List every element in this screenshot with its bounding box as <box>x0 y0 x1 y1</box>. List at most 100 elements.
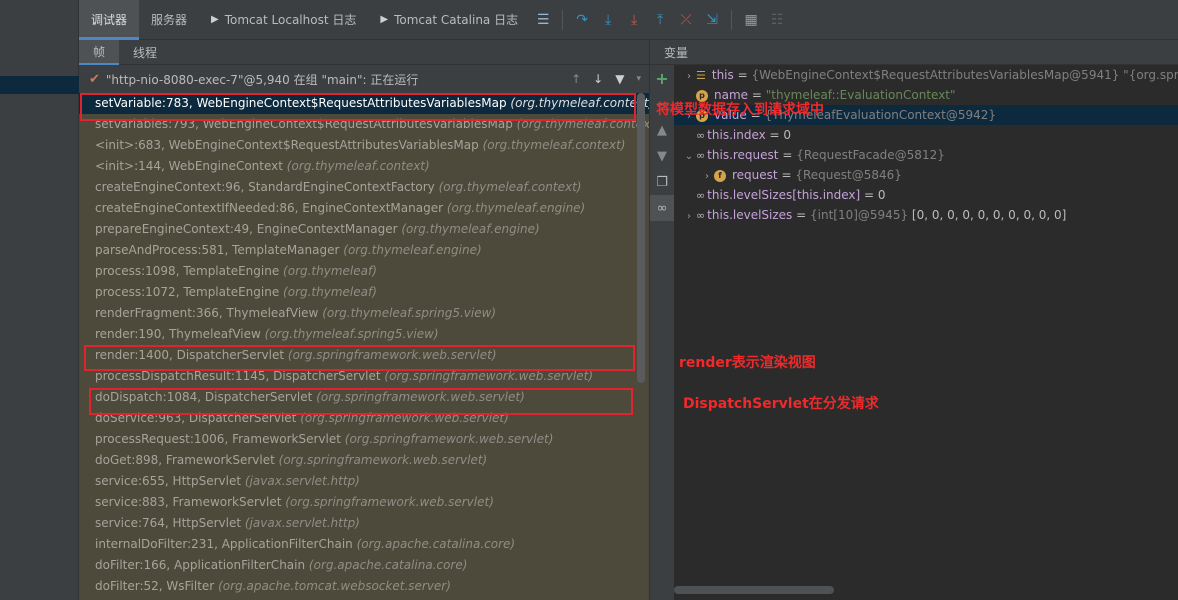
trace-icon[interactable]: ☷ <box>764 0 790 40</box>
step-out-icon[interactable]: ⤒ <box>647 0 673 40</box>
thread-label: "http-nio-8080-exec-7"@5,940 在组 "main": … <box>105 72 419 87</box>
tab-tomcat-localhost-log[interactable]: ▶ Tomcat Localhost 日志 <box>199 0 368 40</box>
frame-package: (org.springframework.web.servlet) <box>278 453 488 467</box>
stack-frame[interactable]: createEngineContext:96, StandardEngineCo… <box>79 177 649 198</box>
step-over-icon[interactable]: ↷ <box>569 0 595 40</box>
frame-method: parseAndProcess:581, TemplateManager <box>95 243 340 257</box>
run-to-cursor-icon[interactable]: ⇲ <box>699 0 725 40</box>
stack-frame[interactable]: processRequest:1006, FrameworkServlet (o… <box>79 429 649 450</box>
chevron-right-icon[interactable]: › <box>682 67 696 85</box>
variable-value: {RequestFacade@5812} <box>796 148 945 162</box>
stack-frame[interactable]: service:883, FrameworkServlet (org.sprin… <box>79 492 649 513</box>
variable-row[interactable]: › ∞ this.levelSizes = {int[10]@5945} [0, 0… <box>674 205 1178 225</box>
tab-debugger[interactable]: 调试器 <box>79 0 140 40</box>
check-icon: ✔ <box>89 71 100 87</box>
stack-frame[interactable]: doGet:898, FrameworkServlet (org.springf… <box>79 450 649 471</box>
variable-row[interactable]: › f request = {Request@5846} <box>674 165 1178 185</box>
variable-value: {WebEngineContext$RequestAttributesVaria… <box>751 68 1178 82</box>
frame-package: (org.thymeleaf.engine) <box>343 243 482 257</box>
stack-frame[interactable]: <init>:683, WebEngineContext$RequestAttr… <box>79 135 649 156</box>
frame-method: process:1072, TemplateEngine <box>95 285 280 299</box>
variables-panel: 变量 + − ▲ ▼ ❐ ∞ › ☰ this = {WebEngineContex… <box>649 40 1178 600</box>
watch-icon: ∞ <box>696 129 705 142</box>
filter-icon[interactable]: ▼ <box>615 72 624 86</box>
highlight-box-setvariable <box>80 93 636 121</box>
left-strip-selection[interactable] <box>0 76 79 94</box>
frame-method: process:1098, TemplateEngine <box>95 264 280 278</box>
frame-method: processDispatchResult:1145, DispatcherSe… <box>95 369 381 383</box>
move-down-icon[interactable]: ▼ <box>650 143 674 169</box>
chevron-down-icon[interactable]: ▾ <box>636 74 641 84</box>
frame-package: (org.thymeleaf.spring5.view) <box>322 306 497 320</box>
frame-method: doGet:898, FrameworkServlet <box>95 453 275 467</box>
frame-package: (javax.servlet.http) <box>244 474 360 488</box>
variable-name: this.request <box>707 148 779 162</box>
frame-method: createEngineContextIfNeeded:86, EngineCo… <box>95 201 444 215</box>
stack-frame[interactable]: service:764, HttpServlet (javax.servlet.… <box>79 513 649 534</box>
tab-threads[interactable]: 线程 <box>119 40 171 65</box>
frame-package: (org.thymeleaf.context) <box>482 138 626 152</box>
stack-frame[interactable]: createEngineContextIfNeeded:86, EngineCo… <box>79 198 649 219</box>
stack-frame[interactable]: prepareEngineContext:49, EngineContextMa… <box>79 219 649 240</box>
force-step-into-icon[interactable]: ⤓ <box>621 0 647 40</box>
move-up-icon[interactable]: ▲ <box>650 117 674 143</box>
variable-name: this.index <box>707 128 766 142</box>
note-dispatch: DispatchServlet在分发请求 <box>683 396 879 412</box>
frame-method: prepareEngineContext:49, EngineContextMa… <box>95 222 398 236</box>
frame-method: doFilter:52, WsFilter <box>95 579 215 593</box>
chevron-right-icon[interactable]: › <box>682 207 696 225</box>
stack-frame[interactable]: internalDoFilter:231, ApplicationFilterC… <box>79 534 649 555</box>
tab-tomcat-catalina-log[interactable]: ▶ Tomcat Catalina 日志 <box>368 0 530 40</box>
thread-selector[interactable]: ✔ "http-nio-8080-exec-7"@5,940 在组 "main"… <box>79 65 649 93</box>
equals-sign: = <box>860 188 878 202</box>
variable-row[interactable]: ∞ this.levelSizes[this.index] = 0 <box>674 185 1178 205</box>
stack-frame[interactable]: service:655, HttpServlet (javax.servlet.… <box>79 471 649 492</box>
drop-frame-icon[interactable]: ⤫ <box>673 0 699 40</box>
stack-frame[interactable]: doFilter:166, ApplicationFilterChain (or… <box>79 555 649 576</box>
variable-row[interactable]: › ☰ this = {WebEngineContext$RequestAttrib… <box>674 65 1178 85</box>
frame-method: service:764, HttpServlet <box>95 516 242 530</box>
tab-frames[interactable]: 帧 <box>79 39 120 65</box>
watches-icon[interactable]: ∞ <box>650 195 674 221</box>
toolbar-divider <box>562 9 564 30</box>
fields-icon: ☰ <box>696 69 706 82</box>
frame-method: service:883, FrameworkServlet <box>95 495 282 509</box>
stack-frame[interactable]: <init>:144, WebEngineContext (org.thymel… <box>79 156 649 177</box>
frame-method: render:190, ThymeleafView <box>95 327 261 341</box>
step-into-icon[interactable]: ⤓ <box>595 0 621 40</box>
variable-row[interactable]: ∞ this.index = 0 <box>674 125 1178 145</box>
frame-package: (org.springframework.web.servlet) <box>344 432 554 446</box>
tab-server[interactable]: 服务器 <box>139 0 199 40</box>
arrow-down-icon[interactable]: ↓ <box>593 72 603 86</box>
arrow-up-icon[interactable]: ↑ <box>571 72 581 86</box>
stack-frame[interactable]: render:190, ThymeleafView (org.thymeleaf… <box>79 324 649 345</box>
watch-icon: ∞ <box>696 209 705 222</box>
variable-row[interactable]: ⌄ ∞ this.request = {RequestFacade@5812} <box>674 145 1178 165</box>
chevron-right-icon[interactable]: › <box>700 167 714 185</box>
stack-frame[interactable]: process:1072, TemplateEngine (org.thymel… <box>79 282 649 303</box>
chevron-down-icon[interactable]: ⌄ <box>682 147 696 165</box>
frame-package: (org.thymeleaf.context) <box>438 180 582 194</box>
highlight-box-render <box>84 345 635 371</box>
equals-sign: = <box>778 148 797 162</box>
evaluate-expression-icon[interactable]: ▦ <box>738 0 764 40</box>
layout-menu-icon[interactable]: ☰ <box>530 0 556 40</box>
frames-scrollbar[interactable] <box>637 93 645 383</box>
frame-package: (org.thymeleaf) <box>283 285 377 299</box>
equals-sign: = <box>765 128 784 142</box>
variable-value: 0 <box>783 128 792 142</box>
stack-frame[interactable]: parseAndProcess:581, TemplateManager (or… <box>79 240 649 261</box>
stack-frame[interactable]: process:1098, TemplateEngine (org.thymel… <box>79 261 649 282</box>
variable-array-contents: [0, 0, 0, 0, 0, 0, 0, 0, 0, 0] <box>911 208 1067 222</box>
frame-package: (org.thymeleaf.spring5.view) <box>264 327 439 341</box>
copy-icon[interactable]: ❐ <box>650 169 674 195</box>
frame-method: internalDoFilter:231, ApplicationFilterC… <box>95 537 353 551</box>
stack-frame[interactable]: renderFragment:366, ThymeleafView (org.t… <box>79 303 649 324</box>
add-watch-icon[interactable]: + <box>650 65 674 91</box>
stack-frame[interactable]: doFilter:52, WsFilter (org.apache.tomcat… <box>79 576 649 597</box>
variables-header: 变量 <box>650 40 1178 65</box>
variables-hscrollbar[interactable] <box>674 586 834 594</box>
variables-toolbar: + − ▲ ▼ ❐ ∞ <box>650 65 674 600</box>
frame-method: doFilter:166, ApplicationFilterChain <box>95 558 306 572</box>
debug-toolbar: 调试器 服务器 ▶ Tomcat Localhost 日志 ▶ Tomcat Cat… <box>79 0 1178 40</box>
